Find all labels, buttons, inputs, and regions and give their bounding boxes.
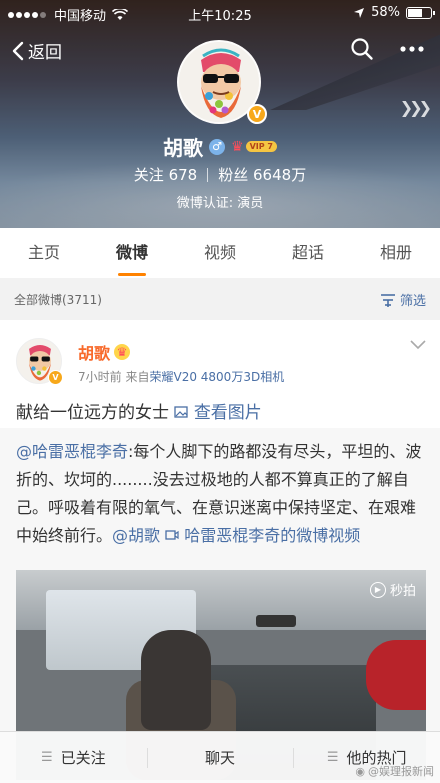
red-helmet [366, 640, 426, 710]
passenger-head [141, 630, 211, 730]
battery-icon [406, 6, 435, 19]
filter-button[interactable]: 筛选 [380, 290, 426, 309]
battery-percent: 58% [371, 5, 400, 20]
male-gender-icon: ♂ [209, 138, 226, 155]
menu-icon: ☰ [41, 750, 53, 765]
vip-badge[interactable]: ♛ VIP 7 [231, 139, 277, 155]
weibo-post: V 胡歌 ♛ 7小时前 来自荣耀V20 4800万3D相机 献给一位远方的女士 … [0, 320, 440, 780]
followed-button[interactable]: ☰ 已关注 [0, 732, 147, 783]
profile-tabs: 主页 微博 视频 超话 相册 [0, 228, 440, 278]
back-label: 返回 [28, 43, 62, 63]
chevron-left-icon [12, 41, 24, 60]
video-icon [165, 530, 179, 540]
following-stat[interactable]: 关注 678 [134, 164, 197, 185]
tab-albums[interactable]: 相册 [352, 228, 440, 278]
tab-home[interactable]: 主页 [0, 228, 88, 278]
play-icon: ▶ [369, 581, 386, 598]
filter-bar: 全部微博(3711) 筛选 [0, 278, 440, 320]
search-icon[interactable] [350, 37, 374, 61]
repost-block[interactable]: @哈雷恶棍李奇:每个人脚下的路都没有尽头，平坦的、波折的、坎坷的........… [0, 428, 440, 780]
post-text: 献给一位远方的女士 查看图片 [16, 403, 262, 423]
vip-level-label: VIP 7 [245, 141, 277, 152]
rearview-mirror [256, 615, 296, 627]
post-author-name[interactable]: 胡歌 [78, 340, 110, 364]
post-source[interactable]: 荣耀V20 4800万3D相机 [149, 370, 284, 384]
verified-badge-icon: V [247, 104, 267, 124]
video-watermark: ▶ 秒拍 [369, 580, 416, 599]
verified-badge-icon: V [48, 370, 63, 385]
chevron-down-icon[interactable] [410, 340, 426, 350]
chat-button[interactable]: 聊天 [146, 732, 294, 783]
tab-videos[interactable]: 视频 [176, 228, 264, 278]
image-icon [174, 406, 189, 418]
post-meta: 7小时前 来自荣耀V20 4800万3D相机 [78, 368, 284, 385]
profile-name: 胡歌 [163, 136, 204, 160]
weibo-logo-icon: ◉ [355, 764, 365, 778]
filter-label: 筛选 [399, 294, 426, 309]
crown-icon: ♛ [231, 138, 244, 155]
video-link[interactable]: 哈雷恶棍李奇的微博视频 [165, 526, 360, 545]
mention-link[interactable]: @胡歌 [112, 526, 160, 545]
post-source-prefix: 来自 [125, 370, 150, 384]
tab-super-topic[interactable]: 超话 [264, 228, 352, 278]
repost-author-mention[interactable]: @哈雷恶棍李奇 [16, 442, 128, 461]
profile-cover: 中国移动 上午10:25 58% 返回 V ❯❯❯ 胡歌 ♂ ♛ VIP 7 关… [0, 0, 440, 228]
certification-text: 微博认证: 演员 [176, 196, 264, 211]
back-button[interactable]: 返回 [12, 38, 62, 63]
followers-stat[interactable]: 粉丝 6648万 [218, 164, 306, 185]
bottom-action-bar: ☰ 已关注 聊天 ☰ 他的热门 ◉ @娱理报新闻 [0, 731, 440, 783]
double-chevron-right-icon[interactable]: ❯❯❯ [400, 98, 432, 117]
menu-icon: ☰ [326, 750, 339, 765]
view-image-link[interactable]: 查看图片 [174, 403, 262, 423]
repost-text: @哈雷恶棍李奇:每个人脚下的路都没有尽头，平坦的、波折的、坎坷的........… [16, 438, 426, 550]
location-icon [354, 7, 365, 18]
crown-icon: ♛ [114, 344, 131, 360]
filter-icon [380, 293, 395, 307]
status-bar: 中国移动 上午10:25 58% [0, 0, 440, 26]
source-watermark: ◉ @娱理报新闻 [355, 764, 434, 779]
more-icon[interactable] [400, 46, 424, 52]
all-posts-count[interactable]: 全部微博(3711) [14, 291, 102, 308]
post-time: 7小时前 [78, 370, 122, 384]
tab-weibo[interactable]: 微博 [88, 228, 176, 278]
